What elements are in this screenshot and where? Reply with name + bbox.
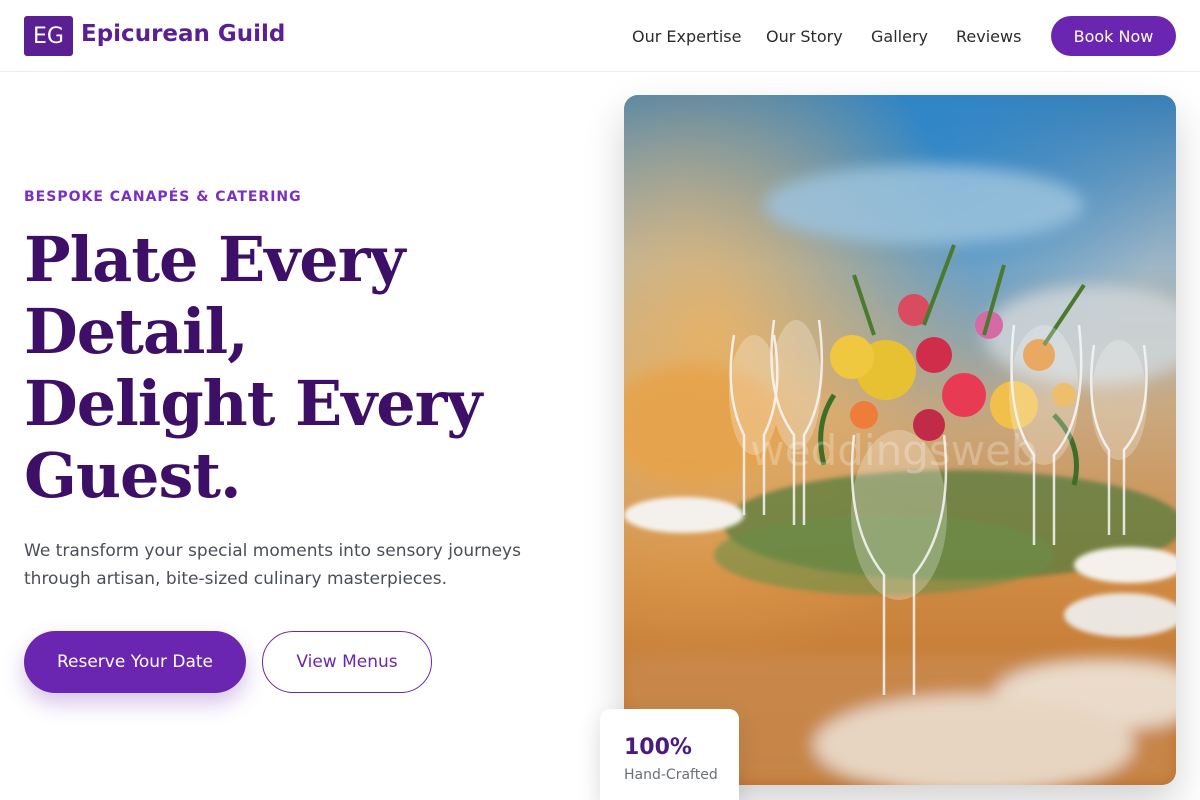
table-setting-photo: weddingsweb xyxy=(624,95,1176,785)
nav-link-reviews[interactable]: Reviews xyxy=(956,27,1021,46)
hero-subtext: We transform your special moments into s… xyxy=(24,541,521,589)
nav-link-story[interactable]: Our Story xyxy=(766,27,843,46)
brand-name[interactable]: Epicurean Guild xyxy=(81,21,285,47)
stat-label: Hand-Crafted xyxy=(624,767,718,783)
reserve-date-button[interactable]: Reserve Your Date xyxy=(24,631,246,693)
headline-line: Guest. xyxy=(24,439,242,512)
stat-card: 100% Hand-Crafted xyxy=(600,709,739,800)
stat-value: 100% xyxy=(624,735,692,760)
headline-line: Plate Every xyxy=(24,223,405,296)
headline-line: Detail, xyxy=(24,295,249,368)
book-now-button[interactable]: Book Now xyxy=(1051,16,1176,56)
site-header: EG Epicurean Guild Our Expertise Our Sto… xyxy=(0,0,1200,72)
svg-text:weddingsweb: weddingsweb xyxy=(750,426,1037,475)
view-menus-button[interactable]: View Menus xyxy=(262,631,432,693)
headline-line: Delight Every xyxy=(24,367,482,440)
nav-link-expertise[interactable]: Our Expertise xyxy=(632,27,741,46)
hero-eyebrow: BESPOKE CANAPÉS & CATERING xyxy=(24,189,302,205)
hero-headline: Plate Every Detail, Delight Every Guest. xyxy=(24,224,584,512)
logo-mark[interactable]: EG xyxy=(24,16,73,56)
nav-link-gallery[interactable]: Gallery xyxy=(871,27,928,46)
